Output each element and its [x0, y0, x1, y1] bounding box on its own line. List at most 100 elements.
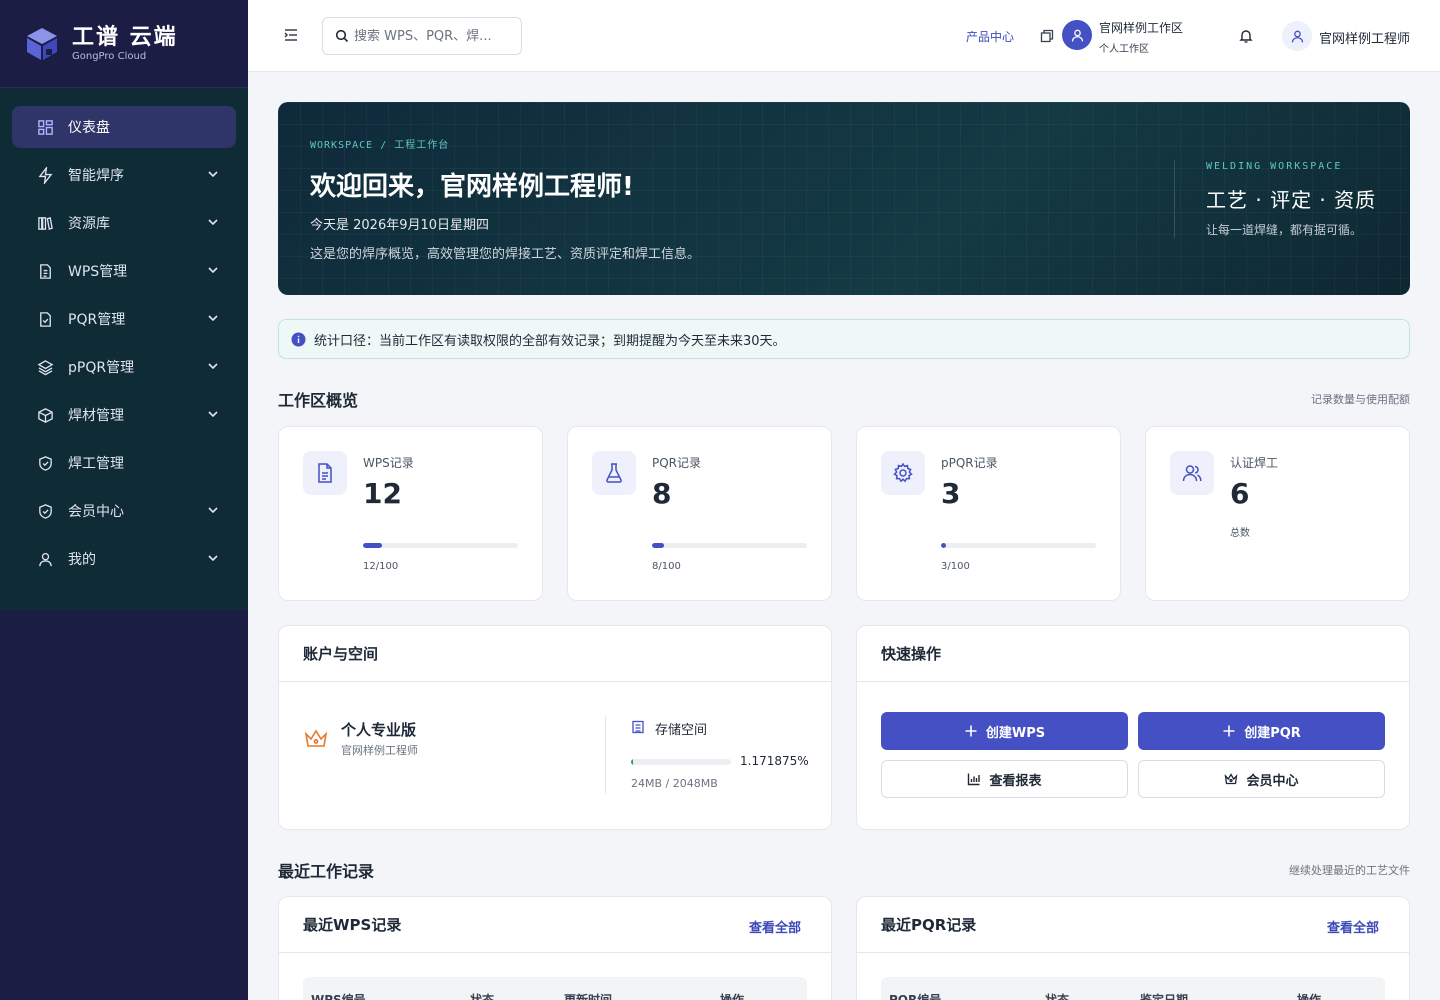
- user-name[interactable]: 官网样例工程师: [1319, 28, 1410, 47]
- storage-usage: 24MB / 2048MB: [631, 777, 718, 790]
- flask-icon: [592, 451, 636, 495]
- chevron-down-icon: [208, 219, 218, 226]
- quota-bar: [941, 543, 1096, 548]
- library-icon: [36, 214, 54, 232]
- menu-collapse-icon[interactable]: [282, 26, 300, 44]
- sidebar-item-materials[interactable]: 焊材管理: [12, 394, 236, 436]
- sidebar-item-mine[interactable]: 我的: [12, 538, 236, 580]
- member-center-button[interactable]: 会员中心: [1138, 760, 1385, 798]
- panel-title-text: 最近PQR记录: [881, 916, 977, 934]
- sidebar-item-wps[interactable]: WPS管理: [12, 250, 236, 292]
- sidebar-item-welders[interactable]: 焊工管理: [12, 442, 236, 484]
- storage-bar: [631, 759, 731, 765]
- chevron-down-icon: [208, 267, 218, 274]
- column-header[interactable]: 更新时间: [564, 991, 612, 1000]
- search-box[interactable]: [322, 17, 522, 55]
- recent-pqr-panel: 最近PQR记录 查看全部 PQR编号 状态 鉴定日期 操作: [856, 896, 1410, 1000]
- stat-card-wps[interactable]: WPS记录 12 12/100: [278, 426, 543, 601]
- workspace-name[interactable]: 官网样例工作区: [1099, 19, 1183, 36]
- sidebar-item-smart-sequence[interactable]: 智能焊序: [12, 154, 236, 196]
- account-panel: 账户与空间 个人专业版 官网样例工程师 存储空间 1.171875% 24MB …: [278, 625, 832, 830]
- bolt-icon: [36, 166, 54, 184]
- create-pqr-button[interactable]: 创建PQR: [1138, 712, 1385, 750]
- quick-actions-panel: 快速操作 创建WPS 创建PQR 查看报表 会员中心: [856, 625, 1410, 830]
- storage-label: 存储空间: [655, 723, 708, 738]
- quota-fill: [941, 543, 946, 548]
- workspace-switch-icon[interactable]: [1040, 29, 1054, 43]
- stat-card-pqr[interactable]: PQR记录 8 8/100: [567, 426, 832, 601]
- cube-logo-icon: [27, 27, 57, 60]
- table-header: PQR编号 状态 鉴定日期 操作: [881, 977, 1385, 1000]
- stat-sub-label: 总数: [1230, 528, 1250, 539]
- view-all-pqr-link[interactable]: 查看全部: [1327, 917, 1379, 936]
- banner-motto: 工艺 · 评定 · 资质: [1206, 188, 1377, 212]
- chevron-down-icon: [208, 411, 218, 418]
- sidebar-item-library[interactable]: 资源库: [12, 202, 236, 244]
- user-avatar[interactable]: [1282, 21, 1312, 51]
- welcome-banner: WORKSPACE / 工程工作台 欢迎回来，官网样例工程师! 今天是 2026…: [278, 102, 1410, 295]
- overview-title: 工作区概览: [278, 391, 359, 410]
- sidebar-item-ppqr[interactable]: pPQR管理: [12, 346, 236, 388]
- view-all-wps-link[interactable]: 查看全部: [749, 917, 801, 936]
- today-date: 今天是 2026年9月10日星期四: [310, 218, 490, 233]
- crown-icon: [1225, 773, 1238, 785]
- sidebar-item-dashboard[interactable]: 仪表盘: [12, 106, 236, 148]
- dashboard-icon: [36, 118, 54, 136]
- column-header[interactable]: WPS编号: [311, 991, 366, 1000]
- user-icon: [1291, 30, 1303, 42]
- bell-icon[interactable]: [1238, 28, 1254, 44]
- document-icon: [36, 262, 54, 280]
- chevron-down-icon: [208, 315, 218, 322]
- stat-card-ppqr[interactable]: pPQR记录 3 3/100: [856, 426, 1121, 601]
- sidebar-item-pqr[interactable]: PQR管理: [12, 298, 236, 340]
- recent-pqr-title: 最近PQR记录 查看全部: [857, 897, 1409, 953]
- quota-usage: 12/100: [363, 561, 399, 572]
- stat-card-welders[interactable]: 认证焊工 6 总数: [1145, 426, 1410, 601]
- recent-wps-title: 最近WPS记录 查看全部: [279, 897, 831, 953]
- document-icon: [303, 451, 347, 495]
- crown-icon: [304, 729, 328, 747]
- quota-bar: [363, 543, 518, 548]
- chevron-down-icon: [208, 507, 218, 514]
- chevron-down-icon: [208, 171, 218, 178]
- search-icon: [335, 29, 349, 43]
- banner-divider: [1174, 160, 1175, 238]
- banner-slogan: 让每一道焊缝，都有据可循。: [1206, 223, 1363, 237]
- chevron-down-icon: [208, 555, 218, 562]
- create-wps-button[interactable]: 创建WPS: [881, 712, 1128, 750]
- storage-fill: [631, 759, 633, 765]
- stat-label: WPS记录: [363, 456, 414, 470]
- brand-logo[interactable]: 工谱 云端 GongPro Cloud: [0, 0, 248, 88]
- welcome-title: 欢迎回来，官网样例工程师!: [310, 172, 634, 202]
- stat-value: 6: [1230, 477, 1250, 510]
- sidebar-item-label: 智能焊序: [68, 168, 124, 184]
- stat-label: 认证焊工: [1230, 456, 1279, 470]
- table-header: WPS编号 状态 更新时间 操作: [303, 977, 807, 1000]
- quota-fill: [652, 543, 665, 548]
- column-header[interactable]: PQR编号: [889, 991, 941, 1000]
- sidebar-item-membership[interactable]: 会员中心: [12, 490, 236, 532]
- quota-usage: 3/100: [941, 561, 970, 572]
- column-header[interactable]: 状态: [1045, 991, 1069, 1000]
- product-center-link[interactable]: 产品中心: [966, 28, 1014, 45]
- account-divider: [605, 716, 606, 794]
- gear-icon: [881, 451, 925, 495]
- sidebar-item-label: 我的: [68, 552, 96, 568]
- welcome-description: 这是您的焊序概览，高效管理您的焊接工艺、资质评定和焊工信息。: [310, 247, 701, 262]
- stat-label: pPQR记录: [941, 456, 998, 470]
- sidebar: 工谱 云端 GongPro Cloud 仪表盘 智能焊序 资源库 WPS管理 P…: [0, 0, 248, 1000]
- sidebar-item-label: 焊材管理: [68, 408, 124, 424]
- column-header[interactable]: 状态: [470, 991, 494, 1000]
- column-header[interactable]: 鉴定日期: [1140, 991, 1188, 1000]
- sidebar-panel: 工谱 云端 GongPro Cloud 仪表盘 智能焊序 资源库 WPS管理 P…: [0, 0, 248, 610]
- sidebar-item-label: WPS管理: [68, 264, 128, 280]
- workspace-avatar[interactable]: [1062, 20, 1092, 50]
- view-reports-button[interactable]: 查看报表: [881, 760, 1128, 798]
- sidebar-item-label: PQR管理: [68, 312, 126, 328]
- sidebar-nav: 仪表盘 智能焊序 资源库 WPS管理 PQR管理 pPQR管理 焊材管理 焊工管…: [0, 88, 248, 580]
- stats-notice: 统计口径：当前工作区有读取权限的全部有效记录；到期提醒为今天至未来30天。: [278, 319, 1410, 359]
- banner-tag: WELDING WORKSPACE: [1206, 161, 1343, 172]
- stat-value: 3: [941, 477, 961, 510]
- sidebar-item-label: 资源库: [68, 216, 110, 232]
- search-input[interactable]: [354, 28, 504, 44]
